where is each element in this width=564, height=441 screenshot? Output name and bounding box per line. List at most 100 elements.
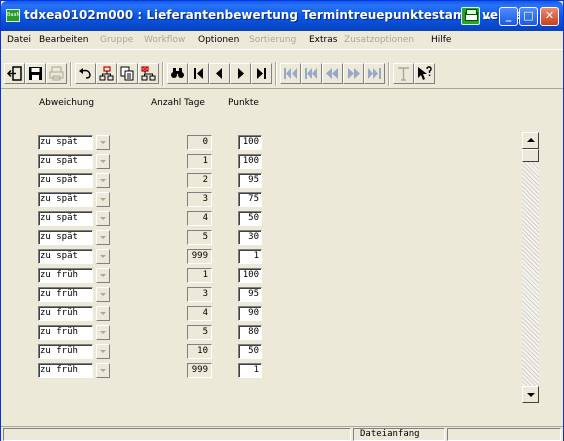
deviation-select[interactable]: zu spät: [38, 173, 93, 188]
menu-optionen[interactable]: Optionen: [198, 35, 239, 45]
delete-record-button[interactable]: [138, 63, 159, 84]
points-field[interactable]: 80: [238, 325, 262, 340]
points-field[interactable]: 100: [238, 268, 262, 283]
column-header-days: Anzahl Tage: [151, 98, 205, 108]
dropdown-arrow-icon[interactable]: [96, 230, 110, 245]
menu-extras[interactable]: Extras: [309, 35, 337, 45]
points-field[interactable]: 95: [238, 287, 262, 302]
last-set-button[interactable]: [364, 63, 385, 84]
days-field[interactable]: 5: [187, 325, 212, 340]
days-field[interactable]: 1: [187, 268, 212, 283]
dropdown-arrow-icon[interactable]: [96, 173, 110, 188]
menu-gruppe[interactable]: Gruppe: [100, 35, 133, 45]
table-row: zu früh 3 95: [9, 285, 269, 304]
status-pane-main: [3, 428, 351, 441]
dropdown-arrow-icon[interactable]: [96, 344, 110, 359]
minimize-button[interactable]: _: [499, 7, 518, 26]
points-field[interactable]: 90: [238, 306, 262, 321]
days-field[interactable]: 3: [187, 287, 212, 302]
first-record-icon: [194, 68, 203, 79]
title-bar[interactable]: BaaN tdxea0102m000 : Lieferantenbewertun…: [1, 1, 563, 31]
dropdown-arrow-icon[interactable]: [96, 363, 110, 378]
first-set-button[interactable]: [280, 63, 301, 84]
points-field[interactable]: 50: [238, 211, 262, 226]
vertical-scrollbar[interactable]: [522, 132, 539, 403]
deviation-select[interactable]: zu spät: [38, 230, 93, 245]
last-set-icon: [368, 68, 381, 79]
deviation-select[interactable]: zu früh: [38, 363, 93, 378]
duplicate-button[interactable]: [117, 63, 138, 84]
save-button[interactable]: [25, 63, 46, 84]
dropdown-arrow-icon[interactable]: [96, 306, 110, 321]
maximize-button[interactable]: □: [519, 7, 538, 26]
duplicate-icon: [120, 66, 134, 81]
deviation-select[interactable]: zu spät: [38, 192, 93, 207]
deviation-select[interactable]: zu spät: [38, 249, 93, 264]
deviation-select[interactable]: zu früh: [38, 306, 93, 321]
find-button[interactable]: [167, 63, 188, 84]
scroll-up-arrow-icon[interactable]: [522, 132, 539, 149]
days-field[interactable]: 4: [187, 211, 212, 226]
dropdown-arrow-icon[interactable]: [96, 325, 110, 340]
days-field[interactable]: 1: [187, 154, 212, 169]
printer-icon[interactable]: [461, 7, 480, 25]
exit-icon: [7, 66, 22, 81]
days-field[interactable]: 2: [187, 173, 212, 188]
table-row: zu spät 2 95: [9, 171, 269, 190]
undo-button[interactable]: [75, 63, 96, 84]
first-record-button[interactable]: [188, 63, 209, 84]
scrollbar-thumb[interactable]: [522, 149, 539, 162]
days-field[interactable]: 999: [187, 249, 212, 264]
points-field[interactable]: 50: [238, 344, 262, 359]
previous-record-button[interactable]: [209, 63, 230, 84]
points-field[interactable]: 30: [238, 230, 262, 245]
deviation-select[interactable]: zu früh: [38, 325, 93, 340]
text-button[interactable]: [393, 63, 414, 84]
points-field[interactable]: 95: [238, 173, 262, 188]
menu-workflow[interactable]: Workflow: [144, 35, 185, 45]
exit-button[interactable]: [4, 63, 25, 84]
text-icon: [398, 67, 409, 81]
insert-record-button[interactable]: [96, 63, 117, 84]
scroll-down-arrow-icon[interactable]: [522, 386, 539, 403]
dropdown-arrow-icon[interactable]: [96, 154, 110, 169]
deviation-select[interactable]: zu früh: [38, 344, 93, 359]
print-button[interactable]: [46, 63, 67, 84]
toolbar-separator: [275, 62, 277, 86]
deviation-select[interactable]: zu spät: [38, 135, 93, 150]
points-field[interactable]: 1: [238, 249, 262, 264]
menu-hilfe[interactable]: Hilfe: [431, 35, 451, 45]
days-field[interactable]: 5: [187, 230, 212, 245]
deviation-select[interactable]: zu früh: [38, 268, 93, 283]
dropdown-arrow-icon[interactable]: [96, 249, 110, 264]
rewind-button[interactable]: [322, 63, 343, 84]
dropdown-arrow-icon[interactable]: [96, 192, 110, 207]
dropdown-arrow-icon[interactable]: [96, 135, 110, 150]
menu-datei[interactable]: Datei: [7, 35, 31, 45]
forward-button[interactable]: [343, 63, 364, 84]
menu-zusatzoptionen[interactable]: Zusatzoptionen: [344, 35, 414, 45]
days-field[interactable]: 3: [187, 192, 212, 207]
dropdown-arrow-icon[interactable]: [96, 211, 110, 226]
days-field[interactable]: 4: [187, 306, 212, 321]
context-help-button[interactable]: [414, 63, 435, 84]
menu-bearbeiten[interactable]: Bearbeiten: [39, 35, 88, 45]
deviation-select[interactable]: zu früh: [38, 287, 93, 302]
dropdown-arrow-icon[interactable]: [96, 287, 110, 302]
points-field[interactable]: 100: [238, 135, 262, 150]
deviation-select[interactable]: zu spät: [38, 154, 93, 169]
points-field[interactable]: 75: [238, 192, 262, 207]
close-button[interactable]: ✕: [540, 7, 559, 26]
points-field[interactable]: 1: [238, 363, 262, 378]
days-field[interactable]: 10: [187, 344, 212, 359]
column-header-deviation: Abweichung: [39, 98, 95, 108]
days-field[interactable]: 0: [187, 135, 212, 150]
days-field[interactable]: 999: [187, 363, 212, 378]
points-field[interactable]: 100: [238, 154, 262, 169]
last-record-button[interactable]: [251, 63, 272, 84]
previous-set-button[interactable]: [301, 63, 322, 84]
next-record-button[interactable]: [230, 63, 251, 84]
dropdown-arrow-icon[interactable]: [96, 268, 110, 283]
deviation-select[interactable]: zu spät: [38, 211, 93, 226]
menu-sortierung[interactable]: Sortierung: [249, 35, 296, 45]
